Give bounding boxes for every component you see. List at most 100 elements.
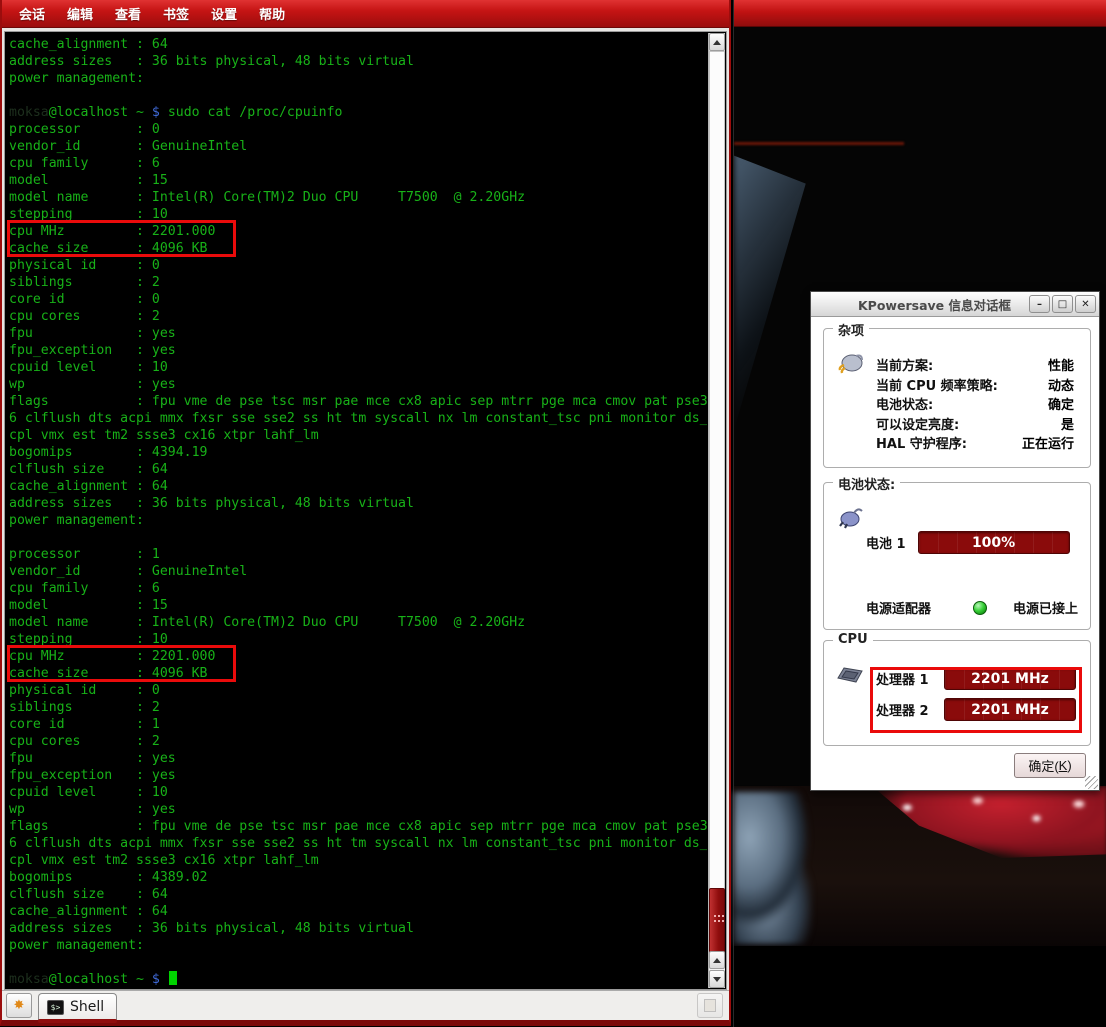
terminal-line: cache_alignment : 64: [9, 478, 707, 495]
terminal-window: 会话编辑查看书签设置帮助 cache_alignment : 64address…: [0, 0, 731, 1026]
terminal-line: cpu family : 6: [9, 580, 707, 597]
misc-row-value: 动态: [1048, 375, 1074, 395]
kpowersave-dialog: KPowersave 信息对话框 – □ ✕ 杂项 当前方案: 性能当前 CPU …: [810, 291, 1100, 791]
misc-row-4: HAL 守护程序:正在运行: [876, 433, 1074, 453]
menu-item-5[interactable]: 帮助: [248, 1, 296, 26]
arrow-up-icon: [713, 958, 721, 963]
adapter-status: 电源已接上: [1013, 598, 1078, 617]
terminal-line: processor : 0: [9, 121, 707, 138]
ok-button[interactable]: 确定(K): [1014, 753, 1086, 778]
terminal-line: power management:: [9, 937, 707, 954]
battery-level-bar: 100%: [918, 531, 1070, 554]
cpu-rows: 处理器 1 2201 MHz 处理器 2 2201 MHz: [876, 667, 1076, 729]
terminal-output[interactable]: cache_alignment : 64address sizes : 36 b…: [7, 34, 707, 987]
terminal-line: cache size : 4096 KB: [9, 665, 707, 682]
terminal-line: cache_alignment : 64: [9, 903, 707, 920]
processor-label: 处理器 1: [876, 669, 934, 688]
close-session-button[interactable]: [697, 993, 723, 1018]
misc-legend: 杂项: [833, 320, 869, 339]
misc-row-label: 电池状态:: [876, 394, 933, 414]
menu-item-1[interactable]: 编辑: [56, 1, 104, 26]
terminal-scrollbar[interactable]: [708, 33, 725, 988]
terminal-line: cpu MHz : 2201.000: [9, 223, 707, 240]
cpu-frequency-bar: 2201 MHz: [944, 698, 1076, 721]
terminal-line: fpu : yes: [9, 750, 707, 767]
video-frame-detail: [734, 792, 812, 944]
video-frame-detail: [872, 786, 1106, 858]
terminal-line: bogomips : 4394.19: [9, 444, 707, 461]
terminal-line: core id : 0: [9, 291, 707, 308]
menu-item-0[interactable]: 会话: [8, 1, 56, 26]
terminal-line: siblings : 2: [9, 699, 707, 716]
terminal-line: address sizes : 36 bits physical, 48 bit…: [9, 920, 707, 937]
terminal-line: address sizes : 36 bits physical, 48 bit…: [9, 53, 707, 70]
terminal-line: cache size : 4096 KB: [9, 240, 707, 257]
terminal-line: [9, 954, 707, 971]
menu-item-2[interactable]: 查看: [104, 1, 152, 26]
resize-grip[interactable]: [1085, 776, 1098, 789]
maximize-button[interactable]: □: [1052, 295, 1073, 313]
video-letterbox: [734, 946, 1106, 1027]
ok-label-suffix: ): [1067, 758, 1071, 773]
menu-item-4[interactable]: 设置: [200, 1, 248, 26]
terminal-line: siblings : 2: [9, 274, 707, 291]
misc-rows: 当前方案:性能当前 CPU 频率策略:动态电池状态:确定可以设定亮度:是HAL …: [876, 355, 1074, 453]
battery-legend: 电池状态:: [833, 474, 900, 493]
power-plug-icon: [836, 351, 864, 375]
terminal-line: wp : yes: [9, 801, 707, 818]
terminal-line: 6 clflush dts acpi mmx fxsr sse sse2 ss …: [9, 835, 707, 852]
shell-terminal-icon: $>: [47, 1000, 64, 1015]
ok-label: 确定(: [1028, 756, 1058, 775]
terminal-line: cpl vmx est tm2 ssse3 cx16 xtpr lahf_lm: [9, 427, 707, 444]
ok-accel: K: [1059, 758, 1068, 773]
video-window-titlebar[interactable]: [734, 0, 1106, 27]
cpu-row-0: 处理器 1 2201 MHz: [876, 667, 1076, 690]
ac-adapter-plug-icon: [836, 505, 864, 529]
scrollbar-up-button[interactable]: [709, 33, 725, 51]
terminal-line: [9, 87, 707, 104]
terminal-line: cpl vmx est tm2 ssse3 cx16 xtpr lahf_lm: [9, 852, 707, 869]
scrollbar-down-button[interactable]: [709, 970, 725, 988]
menu-item-3[interactable]: 书签: [152, 1, 200, 26]
misc-row-0: 当前方案: 性能: [876, 355, 1074, 375]
scrollbar-thumb[interactable]: [709, 888, 725, 954]
terminal-line: model : 15: [9, 172, 707, 189]
terminal-tabbar: ✸ $> Shell: [2, 990, 729, 1020]
terminal-cursor: [169, 971, 177, 985]
terminal-line: power management:: [9, 70, 707, 87]
misc-row-value: 性能: [1048, 355, 1074, 375]
misc-row-label: 当前方案:: [876, 355, 933, 375]
misc-row-value: 确定: [1048, 394, 1074, 414]
dialog-title: KPowersave 信息对话框: [814, 295, 1027, 314]
misc-row-1: 当前 CPU 频率策略:动态: [876, 375, 1074, 395]
terminal-line: bogomips : 4389.02: [9, 869, 707, 886]
cpu-frequency-bar: 2201 MHz: [944, 667, 1076, 690]
scrollbar-grip-dots-icon: [714, 915, 716, 917]
terminal-line: 6 clflush dts acpi mmx fxsr sse sse2 ss …: [9, 410, 707, 427]
tab-shell[interactable]: $> Shell: [38, 993, 117, 1020]
terminal-line: model name : Intel(R) Core(TM)2 Duo CPU …: [9, 614, 707, 631]
new-session-button[interactable]: ✸: [6, 993, 32, 1018]
terminal-line: clflush size : 64: [9, 461, 707, 478]
misc-row-label: 可以设定亮度:: [876, 414, 959, 434]
cpu-row-1: 处理器 2 2201 MHz: [876, 698, 1076, 721]
scrollbar-up-button-bottom[interactable]: [709, 951, 725, 969]
adapter-label: 电源适配器: [866, 598, 931, 617]
processor-label: 处理器 2: [876, 700, 934, 719]
terminal-line: fpu_exception : yes: [9, 342, 707, 359]
terminal-line: cpu cores : 2: [9, 308, 707, 325]
video-frame-detail: [734, 142, 904, 145]
terminal-line: physical id : 0: [9, 257, 707, 274]
terminal-line: processor : 1: [9, 546, 707, 563]
new-session-icon: ✸: [14, 998, 25, 1013]
terminal-line: core id : 1: [9, 716, 707, 733]
minimize-button[interactable]: –: [1029, 295, 1050, 313]
terminal-menubar: 会话编辑查看书签设置帮助: [2, 0, 729, 28]
close-button[interactable]: ✕: [1075, 295, 1096, 313]
adapter-row: 电源适配器 电源已接上: [866, 598, 1078, 617]
scrollbar-track[interactable]: [709, 51, 725, 950]
terminal-line: cpu cores : 2: [9, 733, 707, 750]
terminal-line: vendor_id : GenuineIntel: [9, 138, 707, 155]
adapter-status-led-icon: [973, 601, 987, 615]
dialog-titlebar[interactable]: KPowersave 信息对话框 – □ ✕: [811, 292, 1099, 317]
